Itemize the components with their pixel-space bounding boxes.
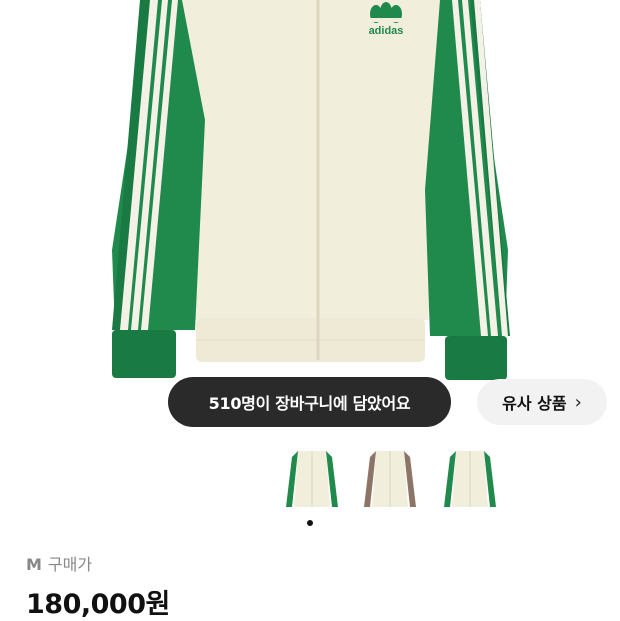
thumbnail-brown-cream[interactable] [362,447,418,513]
thumbnail-green-cream-2[interactable] [442,447,498,513]
cart-count-notice: 510명이 장바구니에 담았어요 [168,377,451,427]
purchase-price: 180,000원 [26,589,170,620]
color-variant-thumbnails [282,447,502,515]
size-label: M [26,555,42,574]
purchase-size-line: M 구매가 [26,551,92,575]
cart-count-text: 510명이 장바구니에 담았어요 [208,394,411,413]
carousel-dot-active [307,520,313,526]
carousel-indicator [0,520,620,528]
svg-text:adidas: adidas [369,25,404,37]
similar-products-label: 유사 상품 [502,394,567,413]
chevron-right-icon: › [574,391,582,413]
product-image[interactable]: adidas [0,0,620,380]
thumbnail-green-cream[interactable] [284,447,340,513]
jacket-illustration: adidas [112,0,510,380]
purchase-price-label: 구매가 [47,555,93,574]
similar-products-button[interactable]: 유사 상품 › [477,379,607,425]
